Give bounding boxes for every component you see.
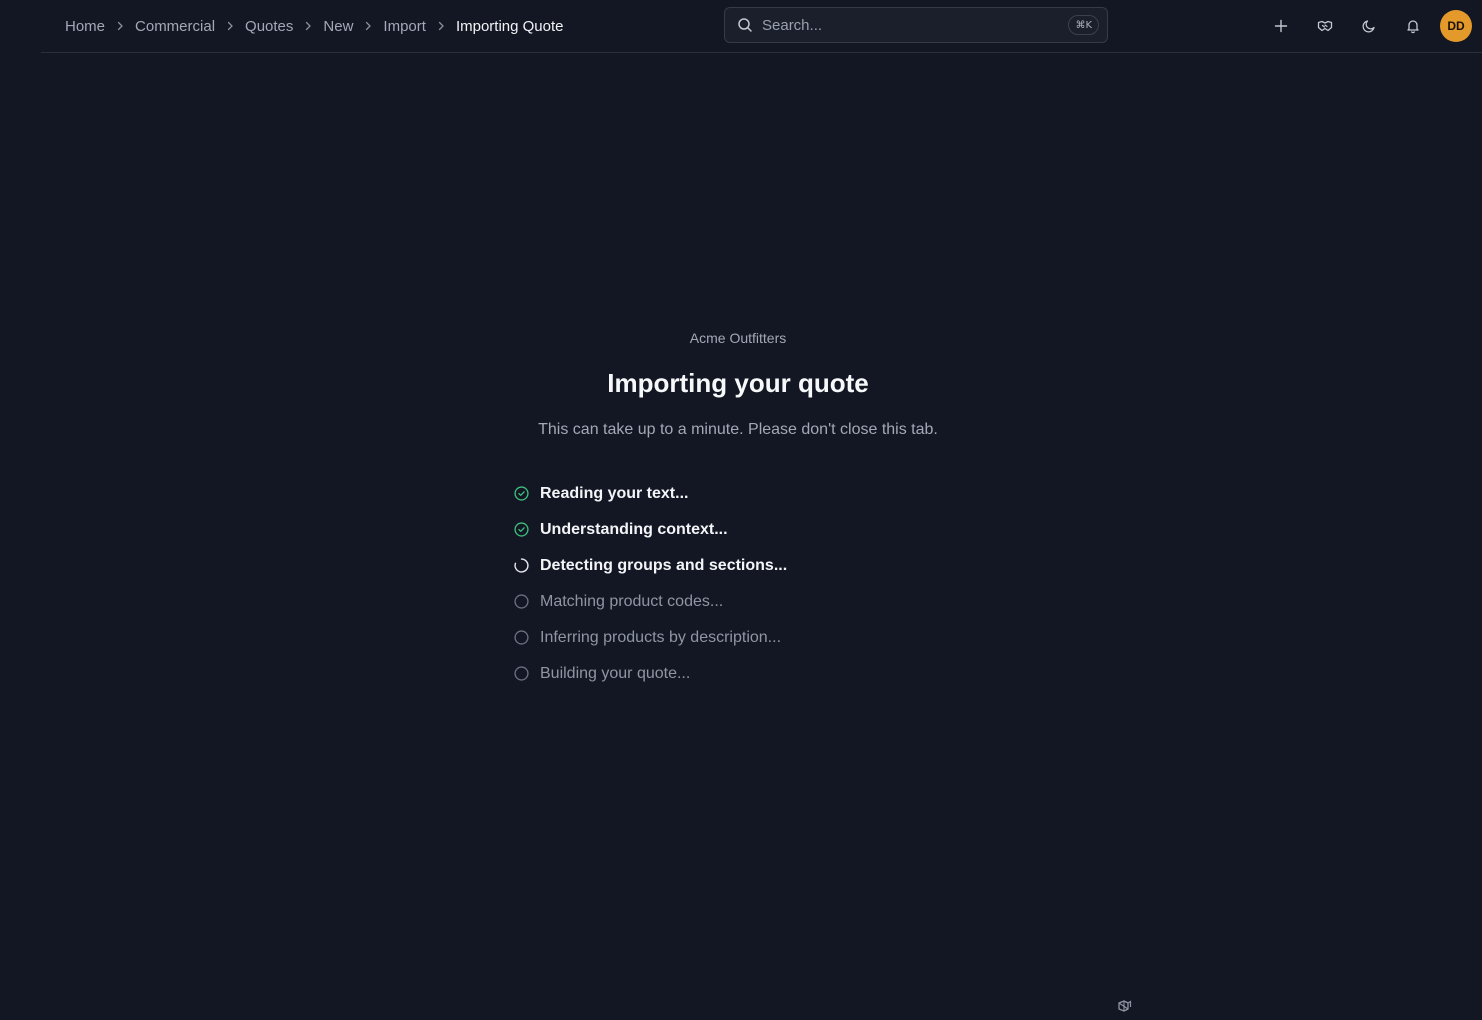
bell-icon [1407, 20, 1419, 34]
step-label: Reading your text... [540, 485, 689, 502]
logo-icon [1116, 998, 1133, 1015]
breadcrumb-quotes[interactable]: Quotes [245, 18, 293, 35]
breadcrumb-import[interactable]: Import [383, 18, 426, 35]
chevron-right-icon [215, 0, 245, 52]
search-box[interactable]: ⌘K [724, 7, 1108, 43]
top-bar: Home Commercial Quotes New Import Import… [41, 0, 1482, 53]
breadcrumb-current: Importing Quote [455, 17, 564, 35]
step-label: Building your quote... [540, 665, 691, 682]
chevron-right-icon [293, 0, 323, 52]
step-item: Reading your text... [513, 476, 933, 512]
import-progress-panel: Acme Outfitters Importing your quote Thi… [0, 330, 1476, 439]
plus-icon [1274, 19, 1288, 33]
breadcrumb-home[interactable]: Home [65, 18, 105, 35]
chevron-right-icon [105, 0, 135, 52]
breadcrumb: Home Commercial Quotes New Import Import… [65, 0, 564, 52]
add-button[interactable] [1264, 9, 1298, 43]
theme-toggle-button[interactable] [1352, 9, 1386, 43]
search-icon [737, 17, 753, 33]
spinner-icon [513, 557, 531, 575]
import-steps-list: Reading your text... Understanding conte… [513, 476, 933, 692]
page-subtitle: This can take up to a minute. Please don… [538, 421, 938, 438]
empty-circle-icon [513, 665, 531, 683]
deals-button[interactable] [1308, 9, 1342, 43]
step-label: Detecting groups and sections... [540, 557, 788, 574]
company-name: Acme Outfitters [689, 330, 787, 346]
step-item: Building your quote... [513, 656, 933, 692]
step-item: Understanding context... [513, 512, 933, 548]
step-item: Matching product codes... [513, 584, 933, 620]
handshake-icon [1317, 20, 1333, 32]
header-actions: DD [1254, 9, 1472, 43]
empty-circle-icon [513, 629, 531, 647]
step-label: Understanding context... [540, 521, 728, 538]
check-circle-icon [513, 485, 531, 503]
check-circle-icon [513, 521, 531, 539]
step-label: Inferring products by description... [540, 629, 782, 646]
empty-circle-icon [513, 593, 531, 611]
step-item: Detecting groups and sections... [513, 548, 933, 584]
avatar[interactable]: DD [1440, 10, 1472, 42]
notifications-button[interactable] [1396, 9, 1430, 43]
step-item: Inferring products by description... [513, 620, 933, 656]
step-label: Matching product codes... [540, 593, 724, 610]
moon-icon [1362, 20, 1375, 33]
search-shortcut-badge: ⌘K [1068, 15, 1099, 35]
breadcrumb-commercial[interactable]: Commercial [135, 18, 215, 35]
chevron-right-icon [353, 0, 383, 52]
chevron-right-icon [426, 0, 456, 52]
search-input[interactable] [762, 16, 1069, 34]
breadcrumb-new[interactable]: New [323, 18, 353, 35]
page-title: Importing your quote [607, 368, 869, 398]
